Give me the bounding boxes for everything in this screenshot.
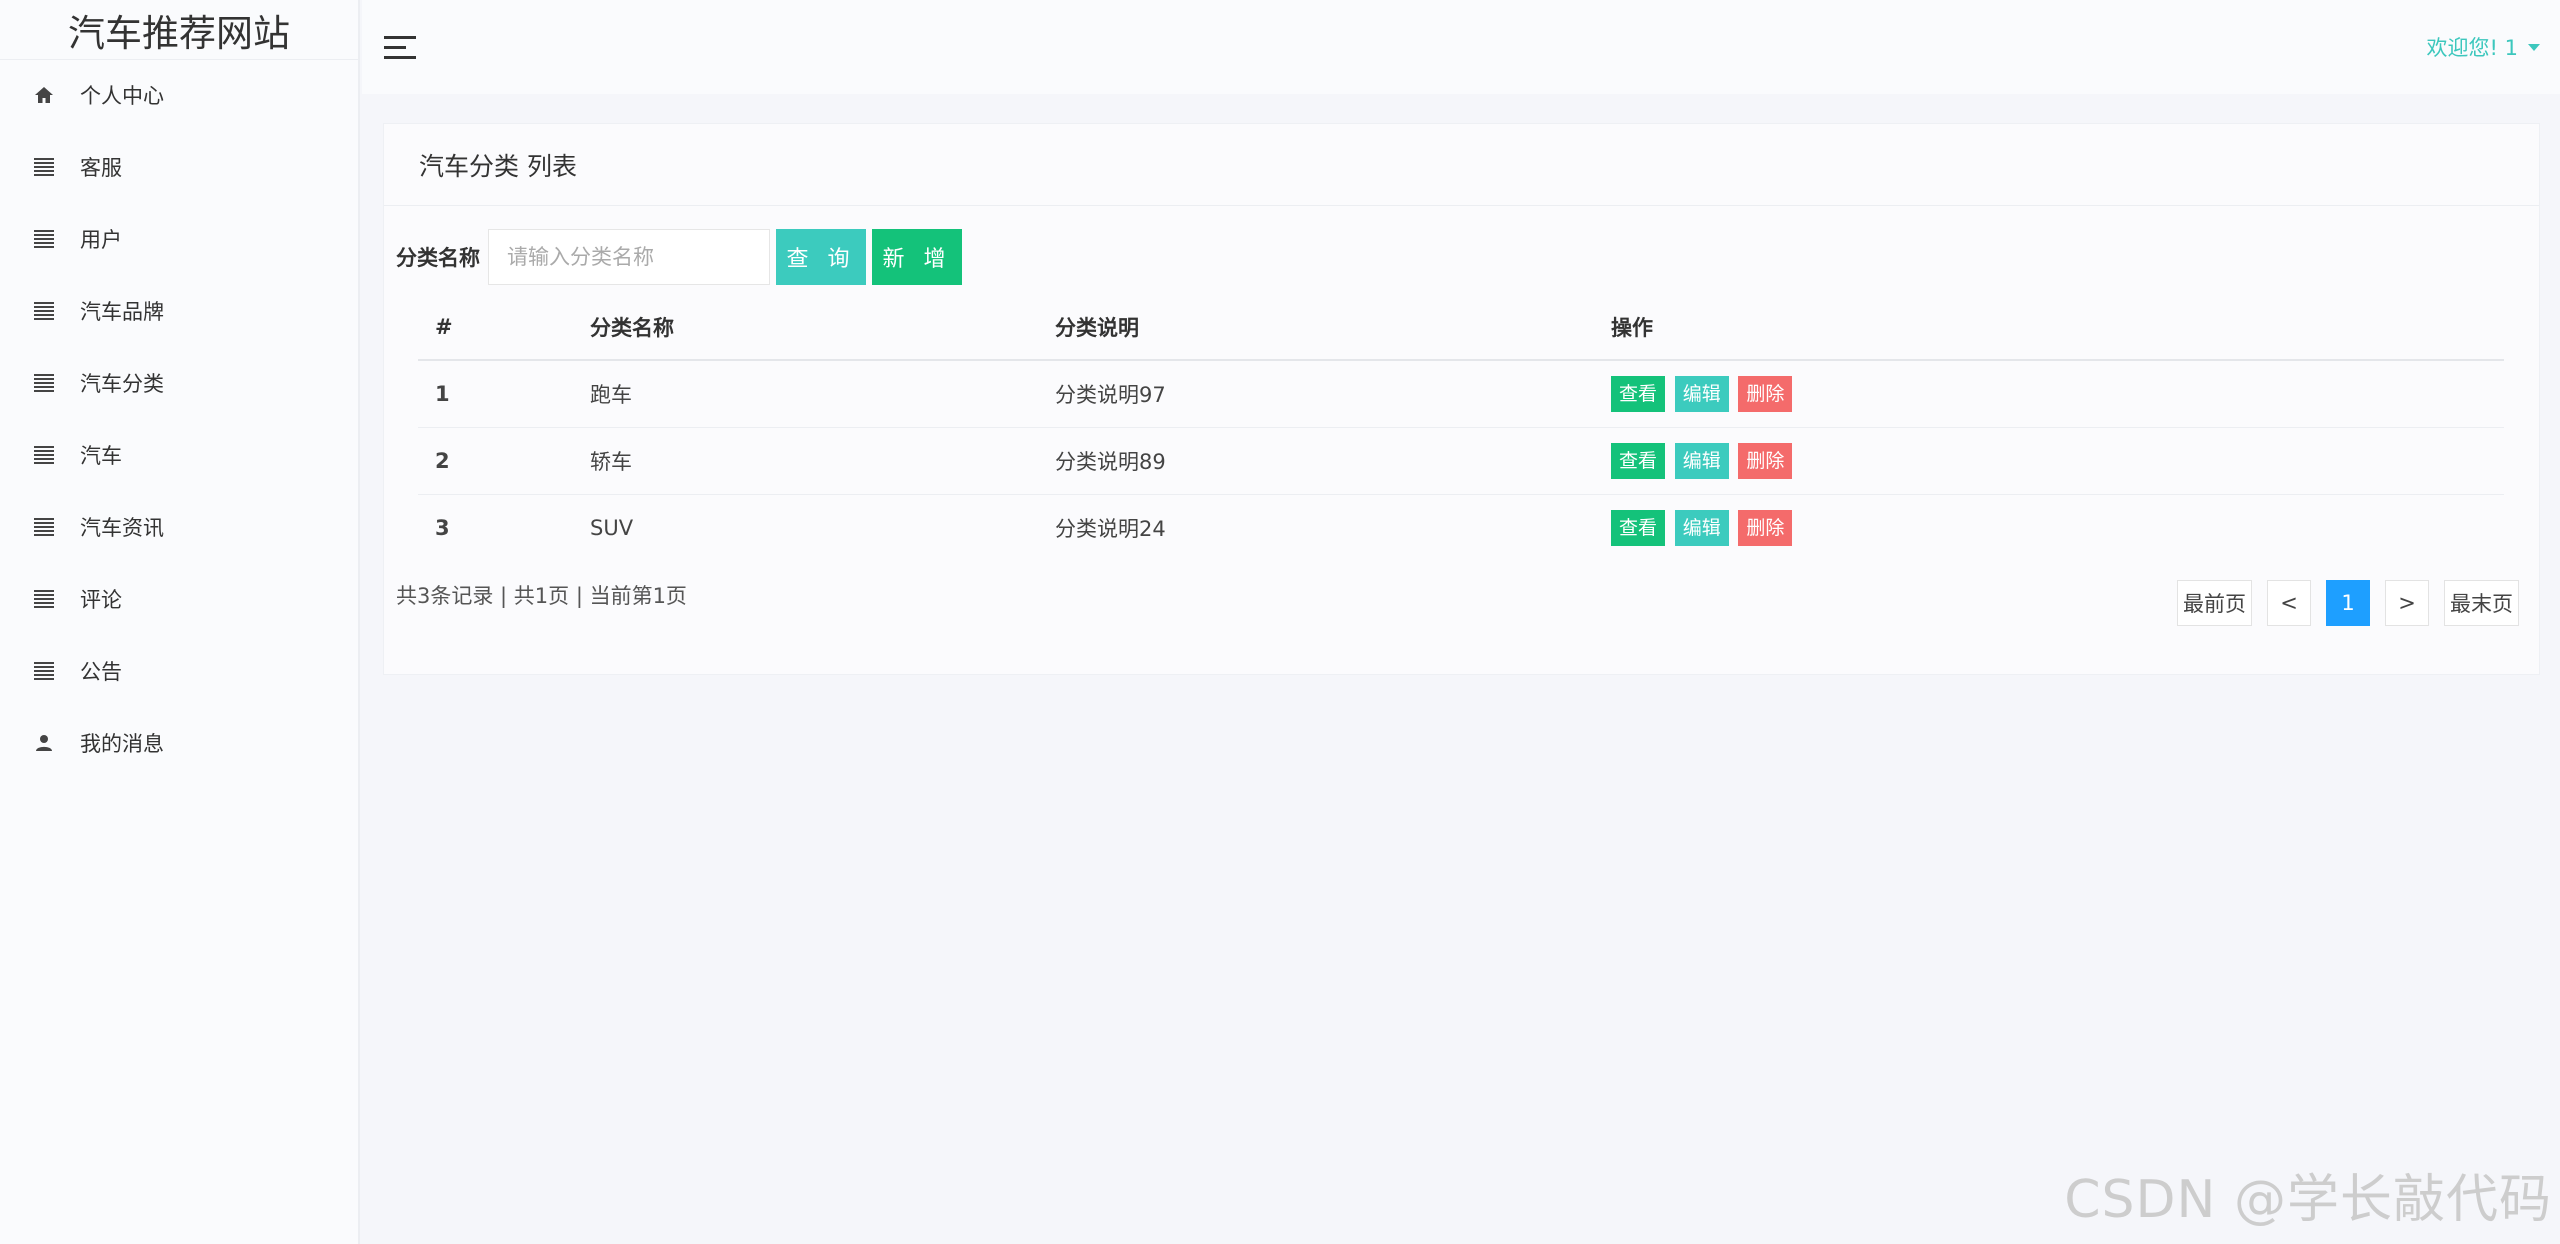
category-list-card: 汽车分类 列表 分类名称 查 询 新 增 # 分类名称 分类说明 操作 1 跑车… (383, 123, 2540, 675)
sidebar: 汽车推荐网站 个人中心 客服 用户 汽车品牌 汽车分类 汽车 汽车资讯 评论 公… (0, 0, 360, 1244)
list-icon (32, 659, 56, 683)
watermark: CSDN @学长敲代码 (2064, 1170, 2552, 1230)
delete-button[interactable]: 删除 (1738, 442, 1793, 479)
table-row: 1 跑车 分类说明97 查看 编辑 删除 (418, 360, 2504, 428)
sidebar-item-label: 汽车分类 (80, 372, 164, 396)
sidebar-item-label: 用户 (80, 228, 122, 252)
category-desc: 分类说明24 (1055, 516, 1166, 541)
sidebar-item-car-news[interactable]: 汽车资讯 (0, 491, 358, 563)
site-title: 汽车推荐网站 (0, 0, 358, 60)
home-icon (32, 83, 56, 107)
row-index: 1 (418, 360, 590, 428)
sidebar-item-label: 个人中心 (80, 84, 164, 108)
caret-down-icon (2528, 43, 2540, 51)
edit-button[interactable]: 编辑 (1674, 375, 1729, 412)
list-icon (32, 155, 56, 179)
next-page-button[interactable]: > (2385, 580, 2429, 626)
edit-button[interactable]: 编辑 (1674, 509, 1729, 546)
sidebar-item-label: 我的消息 (80, 732, 164, 756)
welcome-text: 欢迎您! 1 (2426, 36, 2518, 60)
sidebar-item-label: 评论 (80, 588, 122, 612)
column-header-desc: 分类说明 (1055, 294, 1611, 361)
delete-button[interactable]: 删除 (1738, 509, 1793, 546)
table-row: 2 轿车 分类说明89 查看 编辑 删除 (418, 427, 2504, 495)
sidebar-item-personal-center[interactable]: 个人中心 (0, 59, 358, 131)
category-name: SUV (590, 515, 634, 540)
sidebar-item-customer-service[interactable]: 客服 (0, 131, 358, 203)
row-index: 2 (418, 427, 590, 495)
column-header-index: # (418, 294, 590, 361)
sidebar-item-car-brand[interactable]: 汽车品牌 (0, 275, 358, 347)
view-button[interactable]: 查看 (1611, 509, 1666, 546)
search-label: 分类名称 (396, 246, 480, 270)
category-name: 跑车 (590, 360, 1055, 428)
table-header-row: # 分类名称 分类说明 操作 (418, 294, 2504, 361)
list-icon (32, 371, 56, 395)
sidebar-item-label: 汽车 (80, 444, 122, 468)
category-desc: 分类说明89 (1055, 427, 1611, 495)
view-button[interactable]: 查看 (1611, 375, 1666, 412)
edit-button[interactable]: 编辑 (1674, 442, 1729, 479)
user-icon (32, 731, 56, 755)
row-actions: 查看 编辑 删除 (1611, 427, 2504, 495)
list-icon (32, 515, 56, 539)
sidebar-menu: 个人中心 客服 用户 汽车品牌 汽车分类 汽车 汽车资讯 评论 公告 我的消息 (0, 59, 358, 779)
hamburger-icon[interactable] (384, 36, 416, 59)
user-menu[interactable]: 欢迎您! 1 (2427, 32, 2540, 62)
list-icon (32, 443, 56, 467)
first-page-button[interactable]: 最前页 (2177, 580, 2252, 626)
sidebar-item-label: 客服 (80, 156, 122, 180)
column-header-actions: 操作 (1611, 294, 2504, 361)
sidebar-item-my-messages[interactable]: 我的消息 (0, 707, 358, 779)
pagination: 最前页 < 1 > 最末页 (2162, 580, 2519, 626)
last-page-button[interactable]: 最末页 (2444, 580, 2519, 626)
list-icon (32, 299, 56, 323)
table-row: 3 SUV 分类说明24 查看 编辑 删除 (418, 494, 2504, 561)
query-button[interactable]: 查 询 (776, 229, 866, 285)
sidebar-item-car-category[interactable]: 汽车分类 (0, 347, 358, 419)
current-page-button[interactable]: 1 (2326, 580, 2370, 626)
prev-page-button[interactable]: < (2267, 580, 2311, 626)
category-desc: 分类说明97 (1055, 360, 1611, 428)
row-index: 3 (435, 515, 450, 540)
sidebar-item-car[interactable]: 汽车 (0, 419, 358, 491)
list-icon (32, 587, 56, 611)
add-button[interactable]: 新 增 (872, 229, 962, 285)
page-title: 汽车分类 列表 (384, 124, 2539, 206)
sidebar-item-label: 汽车资讯 (80, 516, 164, 540)
column-header-name: 分类名称 (590, 294, 1055, 361)
row-actions: 查看 编辑 删除 (1611, 494, 2504, 561)
search-input[interactable] (488, 229, 770, 285)
sidebar-item-label: 汽车品牌 (80, 300, 164, 324)
list-icon (32, 227, 56, 251)
sidebar-item-users[interactable]: 用户 (0, 203, 358, 275)
search-bar: 分类名称 查 询 新 增 (396, 229, 962, 285)
row-actions: 查看 编辑 删除 (1611, 360, 2504, 428)
sidebar-item-announcements[interactable]: 公告 (0, 635, 358, 707)
top-bar: 欢迎您! 1 (362, 0, 2560, 94)
sidebar-item-comments[interactable]: 评论 (0, 563, 358, 635)
category-table: # 分类名称 分类说明 操作 1 跑车 分类说明97 查看 编辑 删除 2 轿车… (418, 294, 2504, 561)
sidebar-item-label: 公告 (80, 660, 122, 684)
delete-button[interactable]: 删除 (1738, 375, 1793, 412)
view-button[interactable]: 查看 (1611, 442, 1666, 479)
category-name: 轿车 (590, 427, 1055, 495)
record-summary: 共3条记录 | 共1页 | 当前第1页 (396, 584, 687, 608)
